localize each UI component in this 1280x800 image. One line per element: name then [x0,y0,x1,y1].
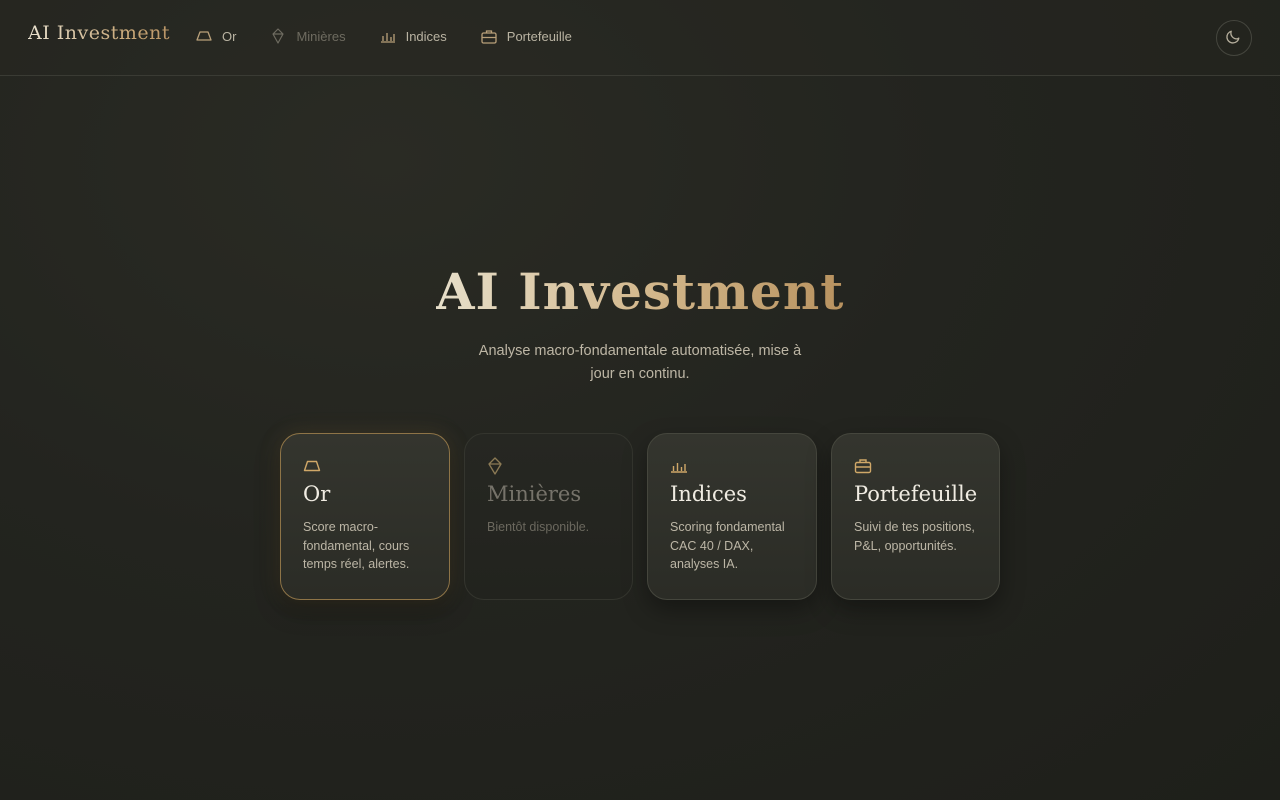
gem-icon [487,456,507,476]
theme-toggle-button[interactable] [1216,20,1252,56]
brand-logo[interactable]: AI Investment [28,22,170,44]
top-bar: AI Investment Or Minières Indices Portef… [0,0,1280,76]
card-minieres: Minières Bientôt disponible. [464,433,633,600]
card-title: Indices [670,482,747,506]
card-title: Portefeuille [854,482,978,506]
card-title: Or [303,482,331,506]
card-description: Scoring fondamental CAC 40 / DAX, analys… [670,520,785,571]
nav-item-minieres[interactable]: Minières [270,28,346,44]
gold-bar-icon [196,28,212,44]
hero-title: AI Investment [435,262,845,321]
card-title: Minières [487,482,582,506]
nav-item-label: Minières [296,28,346,44]
briefcase-icon [854,456,874,476]
main-nav: Or Minières Indices Portefeuille [196,28,606,44]
nav-item-label: Portefeuille [506,28,572,44]
card-or[interactable]: Or Score macro-fondamental, cours temps … [280,433,450,600]
gold-bar-icon [303,456,323,476]
bar-chart-icon [670,456,690,476]
nav-item-label: Or [222,28,237,44]
briefcase-icon [481,28,497,44]
bar-chart-icon [380,28,396,44]
gem-icon [270,28,286,44]
nav-item-portefeuille[interactable]: Portefeuille [481,28,572,44]
hero-subtitle: Analyse macro-fondamentale automatisée, … [478,343,802,382]
moon-icon [1226,28,1242,49]
section-cards: Or Score macro-fondamental, cours temps … [280,433,1000,600]
card-description: Suivi de tes positions, P&L, opportunité… [854,520,975,553]
card-portefeuille[interactable]: Portefeuille Suivi de tes positions, P&L… [831,433,1000,600]
card-description: Bientôt disponible. [487,520,590,534]
card-description: Score macro-fondamental, cours temps rée… [303,520,410,571]
nav-item-or[interactable]: Or [196,28,236,44]
nav-item-indices[interactable]: Indices [380,28,447,44]
nav-item-label: Indices [405,28,447,44]
card-indices[interactable]: Indices Scoring fondamental CAC 40 / DAX… [647,433,817,600]
